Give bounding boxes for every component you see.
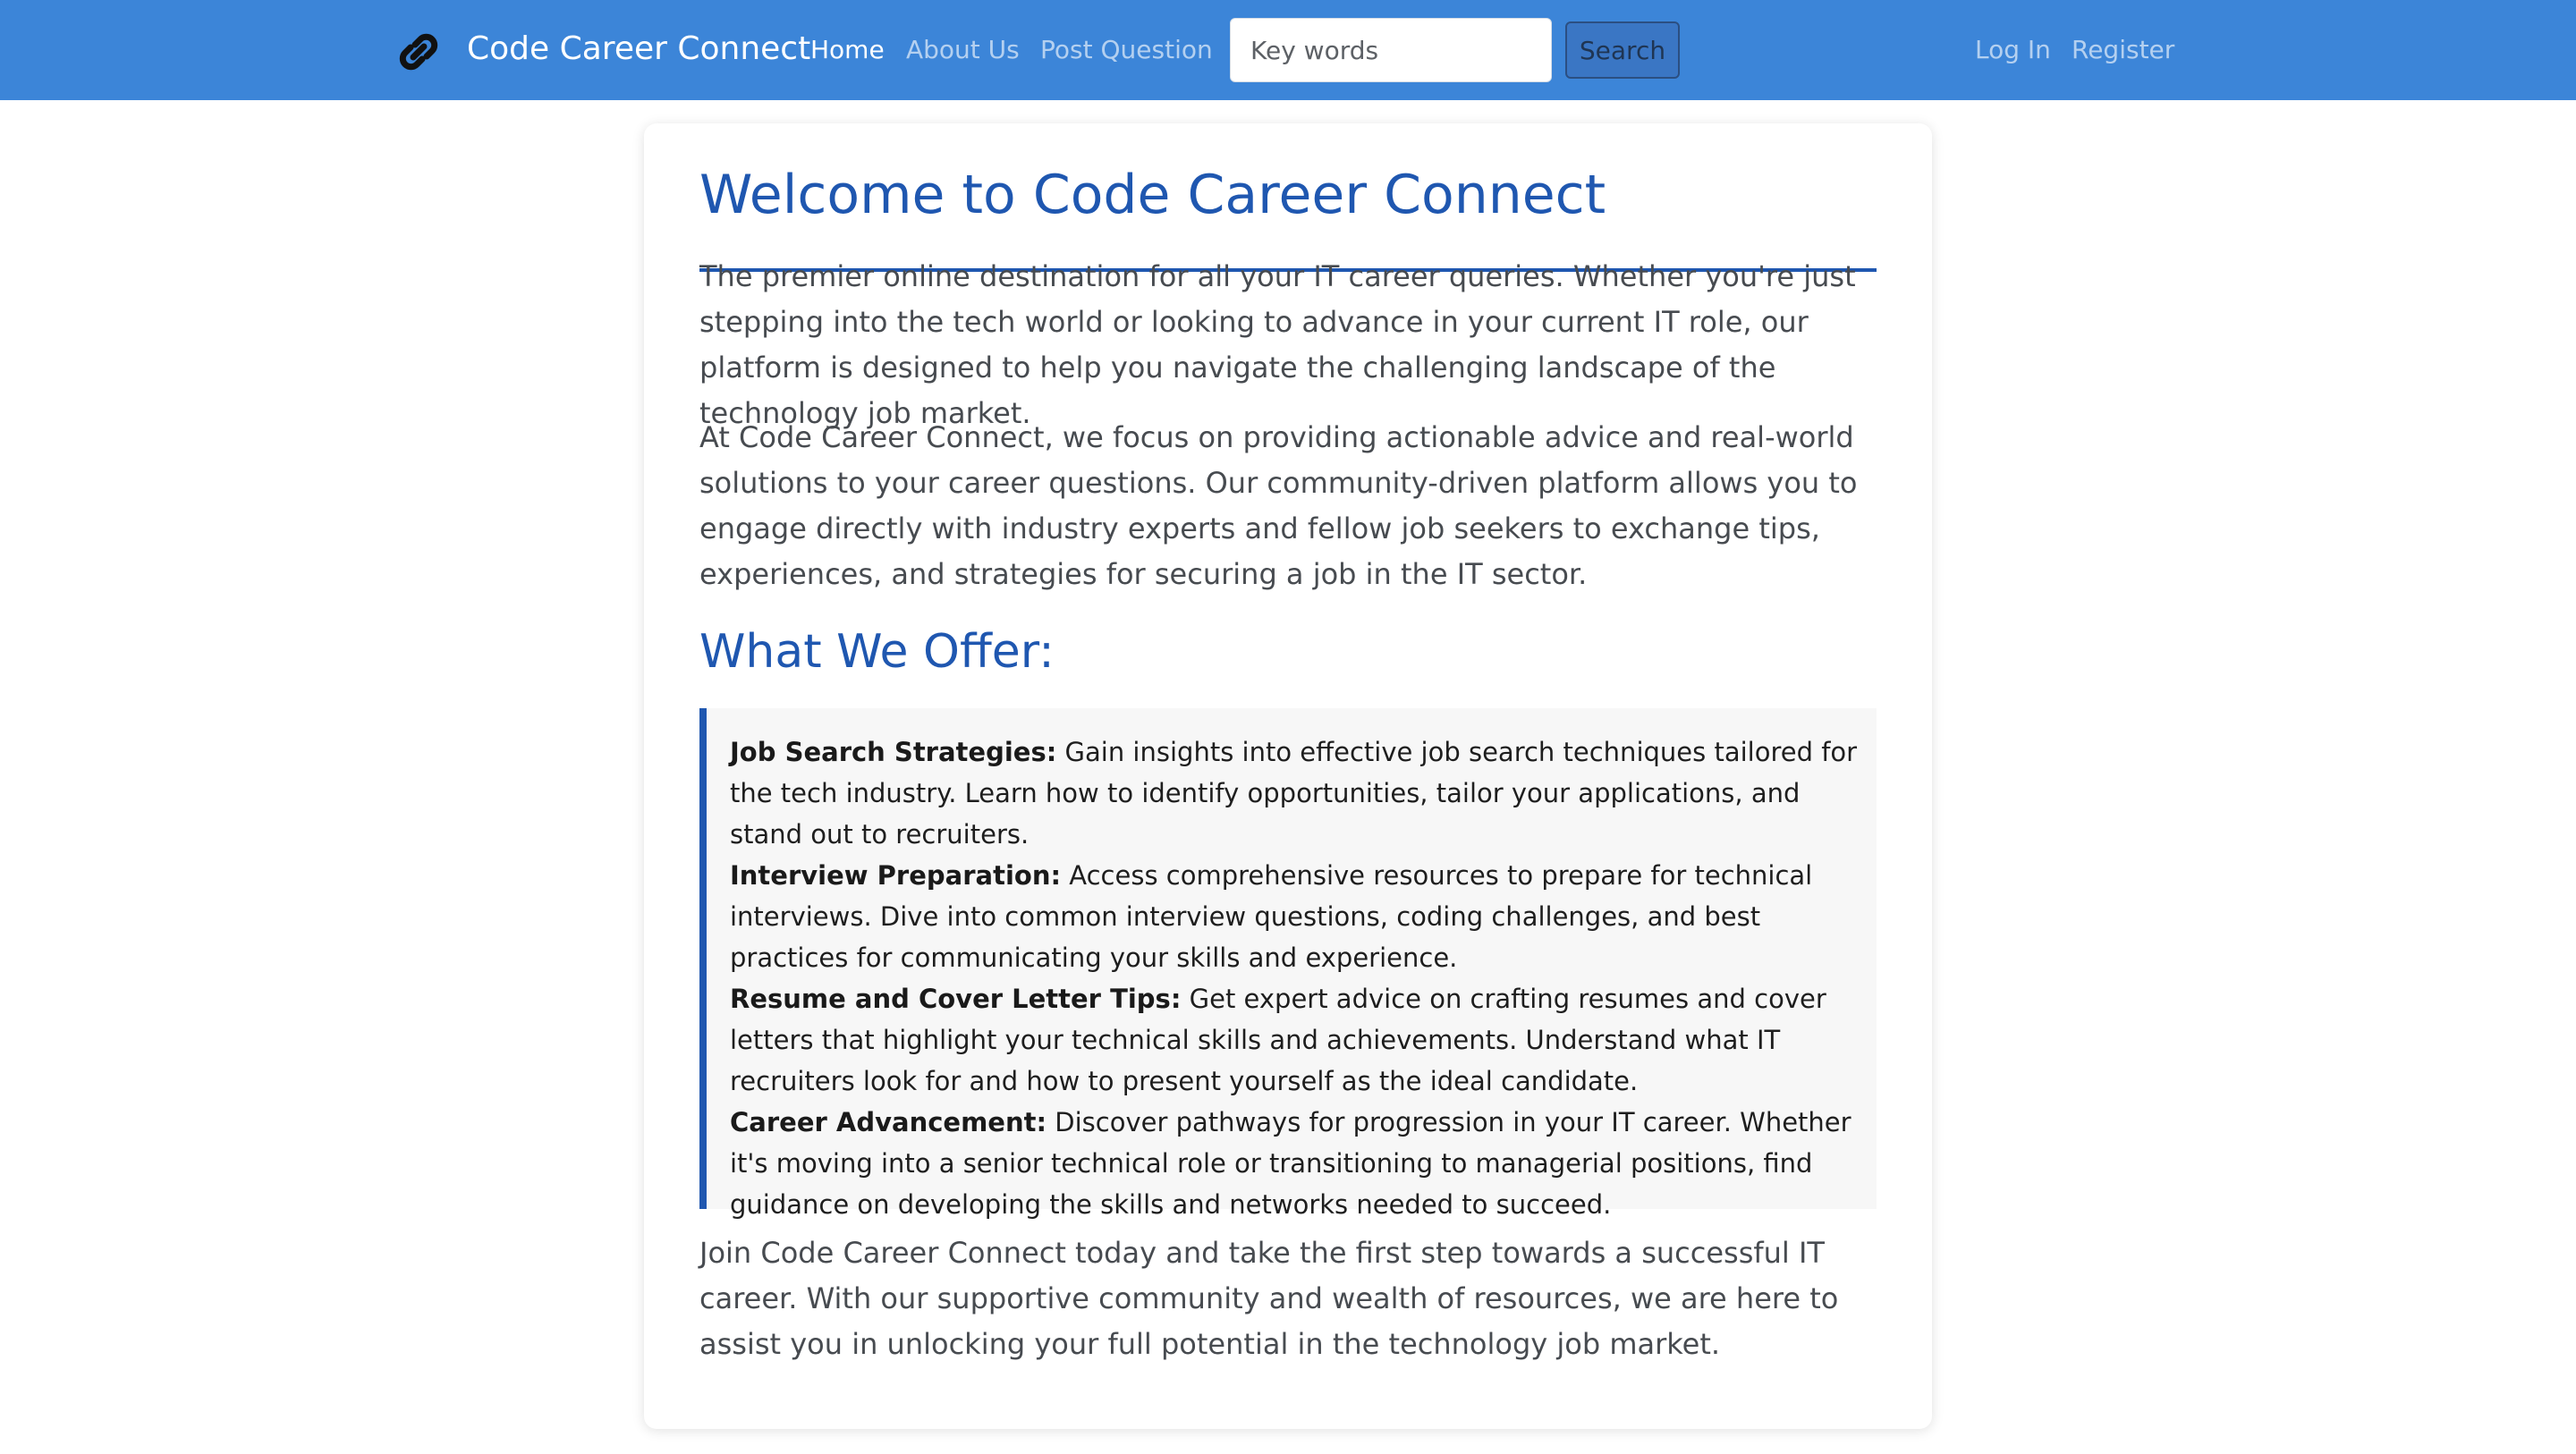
offer-item-title: Resume and Cover Letter Tips: [730,984,1182,1014]
offer-list: Job Search Strategies: Gain insights int… [699,708,1877,1220]
offer-item-interview: Interview Preparation: Access comprehens… [730,855,1859,978]
nav-post-question-link[interactable]: Post Question [1040,32,1213,68]
offer-item-career: Career Advancement: Discover pathways fo… [730,1102,1859,1225]
intro-paragraph: The premier online destination for all y… [699,259,1856,430]
offer-section-title: What We Offer: [699,625,1055,679]
link-icon[interactable] [394,27,444,77]
register-link[interactable]: Register [2072,32,2174,68]
nav-about-link[interactable]: About Us [906,32,1020,68]
offer-item-resume: Resume and Cover Letter Tips: Get expert… [730,978,1859,1102]
content-card: Welcome to Code Career Connect The premi… [644,123,1932,1429]
closing-paragraph: Join Code Career Connect today and take … [699,1236,1839,1361]
offer-item-title: Career Advancement: [730,1107,1047,1137]
offer-item-title: Job Search Strategies: [730,737,1057,767]
brand-link[interactable]: Code Career Connect [467,27,810,72]
search-input[interactable] [1230,18,1552,82]
offer-item-job-search: Job Search Strategies: Gain insights int… [730,731,1859,855]
nav-home-link[interactable]: Home [810,32,885,68]
offer-item-title: Interview Preparation: [730,860,1062,891]
navbar: Code Career Connect Home About Us Post Q… [0,0,2576,100]
search-button[interactable]: Search [1565,21,1680,79]
focus-paragraph: At Code Career Connect, we focus on prov… [699,420,1858,591]
login-link[interactable]: Log In [1975,32,2051,68]
